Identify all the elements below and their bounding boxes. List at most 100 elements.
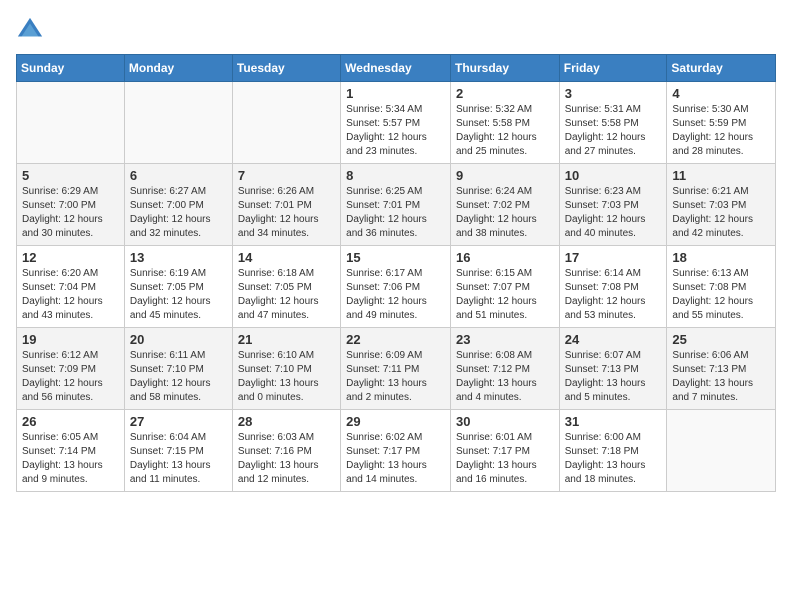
day-info: Sunrise: 6:02 AMSunset: 7:17 PMDaylight:… bbox=[346, 431, 445, 487]
day-info: Sunrise: 6:05 AMSunset: 7:14 PMDaylight:… bbox=[22, 431, 119, 487]
calendar-day-19: 19Sunrise: 6:12 AMSunset: 7:09 PMDayligh… bbox=[17, 328, 125, 410]
day-number: 27 bbox=[130, 414, 227, 429]
calendar-week-row: 5 Sunrise: 6:29 AMSunset: 7:00 PMDaylight… bbox=[17, 164, 776, 246]
day-info: Sunrise: 6:13 AMSunset: 7:08 PMDaylight:… bbox=[672, 267, 770, 323]
weekday-header-row: SundayMondayTuesdayWednesdayThursdayFrid… bbox=[17, 55, 776, 82]
day-number: 20 bbox=[130, 332, 227, 347]
day-number: 3 bbox=[565, 86, 662, 101]
day-info: Sunrise: 6:10 AMSunset: 7:10 PMDaylight:… bbox=[238, 349, 335, 405]
day-number: 15 bbox=[346, 250, 445, 265]
day-info: Sunrise: 6:04 AMSunset: 7:15 PMDaylight:… bbox=[130, 431, 227, 487]
calendar-day-7: 7 Sunrise: 6:26 AMSunset: 7:01 PMDaylight… bbox=[232, 164, 340, 246]
calendar-day-9: 9Sunrise: 6:24 AMSunset: 7:02 PMDaylight… bbox=[450, 164, 559, 246]
day-number: 10 bbox=[565, 168, 662, 183]
calendar-day-18: 18 Sunrise: 6:13 AMSunset: 7:08 PMDayligh… bbox=[667, 246, 776, 328]
day-info: Sunrise: 6:15 AMSunset: 7:07 PMDaylight:… bbox=[456, 267, 554, 323]
weekday-header-tuesday: Tuesday bbox=[232, 55, 340, 82]
logo bbox=[16, 16, 48, 44]
calendar-day-17: 17 Sunrise: 6:14 AMSunset: 7:08 PMDayligh… bbox=[559, 246, 667, 328]
calendar-day-13: 13 Sunrise: 6:19 AMSunset: 7:05 PMDayligh… bbox=[124, 246, 232, 328]
day-info: Sunrise: 6:03 AMSunset: 7:16 PMDaylight:… bbox=[238, 431, 335, 487]
day-number: 6 bbox=[130, 168, 227, 183]
calendar-day-28: 28 Sunrise: 6:03 AMSunset: 7:16 PMDayligh… bbox=[232, 410, 340, 492]
calendar-day-25: 25 Sunrise: 6:06 AMSunset: 7:13 PMDayligh… bbox=[667, 328, 776, 410]
calendar-day-26: 26Sunrise: 6:05 AMSunset: 7:14 PMDayligh… bbox=[17, 410, 125, 492]
day-info: Sunrise: 6:07 AMSunset: 7:13 PMDaylight:… bbox=[565, 349, 662, 405]
day-info: Sunrise: 6:20 AMSunset: 7:04 PMDaylight:… bbox=[22, 267, 119, 323]
calendar-day-22: 22Sunrise: 6:09 AMSunset: 7:11 PMDayligh… bbox=[341, 328, 451, 410]
day-number: 12 bbox=[22, 250, 119, 265]
calendar-empty-cell bbox=[124, 82, 232, 164]
day-number: 23 bbox=[456, 332, 554, 347]
day-number: 25 bbox=[672, 332, 770, 347]
calendar-table: SundayMondayTuesdayWednesdayThursdayFrid… bbox=[16, 54, 776, 492]
day-number: 14 bbox=[238, 250, 335, 265]
calendar-empty-cell bbox=[232, 82, 340, 164]
calendar-day-5: 5 Sunrise: 6:29 AMSunset: 7:00 PMDaylight… bbox=[17, 164, 125, 246]
calendar-day-1: 1Sunrise: 5:34 AMSunset: 5:57 PMDaylight… bbox=[341, 82, 451, 164]
day-info: Sunrise: 6:21 AMSunset: 7:03 PMDaylight:… bbox=[672, 185, 770, 241]
day-number: 29 bbox=[346, 414, 445, 429]
calendar-day-11: 11 Sunrise: 6:21 AMSunset: 7:03 PMDayligh… bbox=[667, 164, 776, 246]
day-number: 11 bbox=[672, 168, 770, 183]
day-info: Sunrise: 6:00 AMSunset: 7:18 PMDaylight:… bbox=[565, 431, 662, 487]
day-number: 31 bbox=[565, 414, 662, 429]
day-info: Sunrise: 6:26 AMSunset: 7:01 PMDaylight:… bbox=[238, 185, 335, 241]
weekday-header-friday: Friday bbox=[559, 55, 667, 82]
day-number: 18 bbox=[672, 250, 770, 265]
calendar-day-31: 31 Sunrise: 6:00 AMSunset: 7:18 PMDayligh… bbox=[559, 410, 667, 492]
day-info: Sunrise: 6:18 AMSunset: 7:05 PMDaylight:… bbox=[238, 267, 335, 323]
calendar-day-29: 29 Sunrise: 6:02 AMSunset: 7:17 PMDayligh… bbox=[341, 410, 451, 492]
calendar-day-21: 21Sunrise: 6:10 AMSunset: 7:10 PMDayligh… bbox=[232, 328, 340, 410]
calendar-day-14: 14 Sunrise: 6:18 AMSunset: 7:05 PMDayligh… bbox=[232, 246, 340, 328]
day-info: Sunrise: 6:14 AMSunset: 7:08 PMDaylight:… bbox=[565, 267, 662, 323]
calendar-day-23: 23Sunrise: 6:08 AMSunset: 7:12 PMDayligh… bbox=[450, 328, 559, 410]
calendar-empty-cell bbox=[17, 82, 125, 164]
day-number: 17 bbox=[565, 250, 662, 265]
day-info: Sunrise: 6:17 AMSunset: 7:06 PMDaylight:… bbox=[346, 267, 445, 323]
day-info: Sunrise: 5:30 AMSunset: 5:59 PMDaylight:… bbox=[672, 103, 770, 159]
calendar-week-row: 1Sunrise: 5:34 AMSunset: 5:57 PMDaylight… bbox=[17, 82, 776, 164]
calendar-week-row: 12 Sunrise: 6:20 AMSunset: 7:04 PMDayligh… bbox=[17, 246, 776, 328]
day-info: Sunrise: 6:27 AMSunset: 7:00 PMDaylight:… bbox=[130, 185, 227, 241]
day-info: Sunrise: 6:06 AMSunset: 7:13 PMDaylight:… bbox=[672, 349, 770, 405]
day-number: 16 bbox=[456, 250, 554, 265]
weekday-header-sunday: Sunday bbox=[17, 55, 125, 82]
logo-icon bbox=[16, 16, 44, 44]
calendar-day-15: 15 Sunrise: 6:17 AMSunset: 7:06 PMDayligh… bbox=[341, 246, 451, 328]
day-info: Sunrise: 5:32 AMSunset: 5:58 PMDaylight:… bbox=[456, 103, 554, 159]
calendar-day-2: 2 Sunrise: 5:32 AMSunset: 5:58 PMDaylight… bbox=[450, 82, 559, 164]
day-number: 5 bbox=[22, 168, 119, 183]
day-number: 9 bbox=[456, 168, 554, 183]
day-info: Sunrise: 6:29 AMSunset: 7:00 PMDaylight:… bbox=[22, 185, 119, 241]
calendar-day-30: 30Sunrise: 6:01 AMSunset: 7:17 PMDayligh… bbox=[450, 410, 559, 492]
day-info: Sunrise: 5:31 AMSunset: 5:58 PMDaylight:… bbox=[565, 103, 662, 159]
weekday-header-monday: Monday bbox=[124, 55, 232, 82]
calendar-day-20: 20 Sunrise: 6:11 AMSunset: 7:10 PMDayligh… bbox=[124, 328, 232, 410]
weekday-header-wednesday: Wednesday bbox=[341, 55, 451, 82]
calendar-day-12: 12 Sunrise: 6:20 AMSunset: 7:04 PMDayligh… bbox=[17, 246, 125, 328]
day-number: 22 bbox=[346, 332, 445, 347]
day-number: 30 bbox=[456, 414, 554, 429]
day-number: 13 bbox=[130, 250, 227, 265]
calendar-week-row: 19Sunrise: 6:12 AMSunset: 7:09 PMDayligh… bbox=[17, 328, 776, 410]
day-number: 2 bbox=[456, 86, 554, 101]
day-number: 24 bbox=[565, 332, 662, 347]
calendar-day-10: 10Sunrise: 6:23 AMSunset: 7:03 PMDayligh… bbox=[559, 164, 667, 246]
calendar-week-row: 26Sunrise: 6:05 AMSunset: 7:14 PMDayligh… bbox=[17, 410, 776, 492]
day-info: Sunrise: 6:11 AMSunset: 7:10 PMDaylight:… bbox=[130, 349, 227, 405]
calendar-empty-cell bbox=[667, 410, 776, 492]
calendar-day-4: 4 Sunrise: 5:30 AMSunset: 5:59 PMDaylight… bbox=[667, 82, 776, 164]
day-number: 28 bbox=[238, 414, 335, 429]
day-number: 4 bbox=[672, 86, 770, 101]
calendar-day-3: 3 Sunrise: 5:31 AMSunset: 5:58 PMDaylight… bbox=[559, 82, 667, 164]
day-info: Sunrise: 5:34 AMSunset: 5:57 PMDaylight:… bbox=[346, 103, 445, 159]
day-number: 19 bbox=[22, 332, 119, 347]
day-number: 7 bbox=[238, 168, 335, 183]
day-info: Sunrise: 6:19 AMSunset: 7:05 PMDaylight:… bbox=[130, 267, 227, 323]
calendar-day-16: 16 Sunrise: 6:15 AMSunset: 7:07 PMDayligh… bbox=[450, 246, 559, 328]
day-info: Sunrise: 6:25 AMSunset: 7:01 PMDaylight:… bbox=[346, 185, 445, 241]
weekday-header-saturday: Saturday bbox=[667, 55, 776, 82]
calendar-day-24: 24 Sunrise: 6:07 AMSunset: 7:13 PMDayligh… bbox=[559, 328, 667, 410]
day-number: 8 bbox=[346, 168, 445, 183]
